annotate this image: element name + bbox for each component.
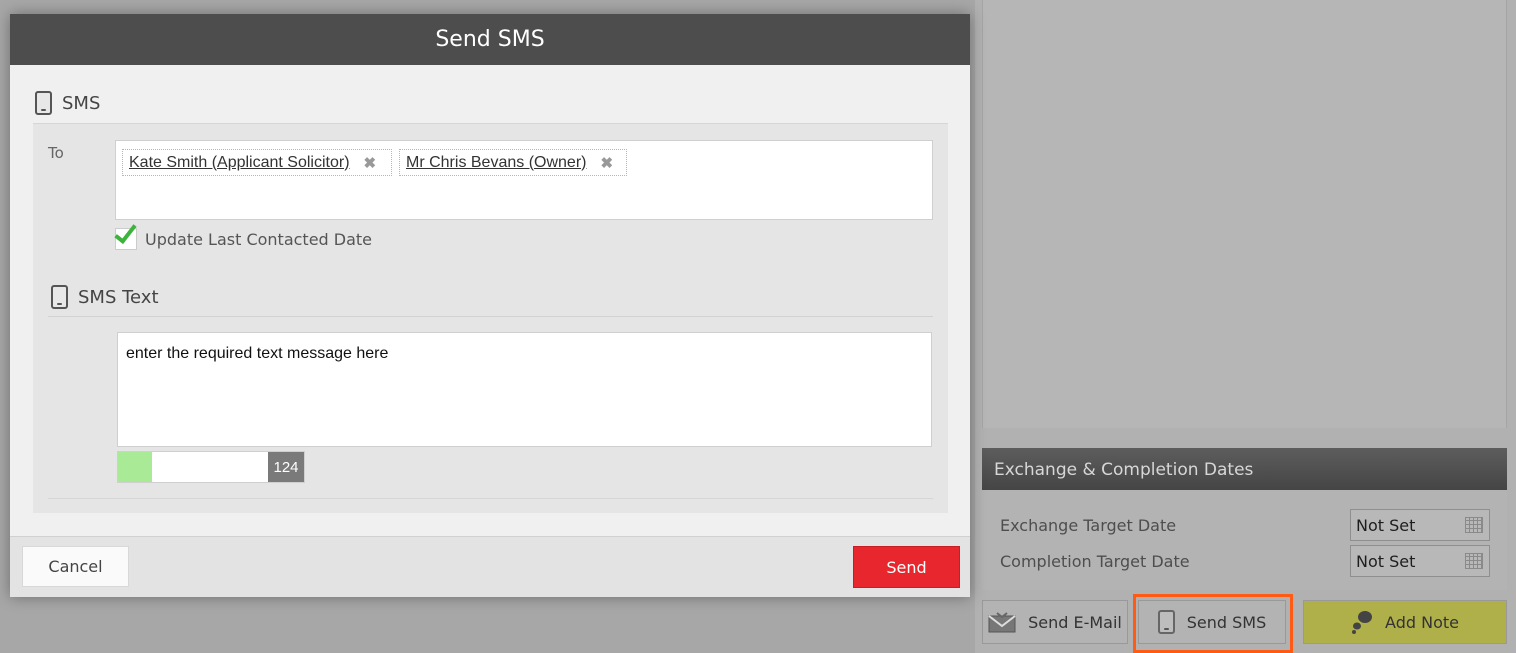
completion-target-date-value: Not Set bbox=[1356, 551, 1416, 571]
sms-text-title: SMS Text bbox=[78, 286, 159, 308]
exchange-target-label: Exchange Target Date bbox=[1000, 515, 1177, 535]
recipient-tag[interactable]: Mr Chris Bevans (Owner) ✖ bbox=[399, 149, 627, 176]
dialog-footer: Cancel Send bbox=[10, 536, 970, 597]
add-note-label: Add Note bbox=[1385, 612, 1459, 632]
update-last-contacted-label: Update Last Contacted Date bbox=[145, 229, 373, 249]
sms-form: To Kate Smith (Applicant Solicitor) ✖ Mr… bbox=[33, 123, 948, 513]
envelope-icon bbox=[988, 612, 1016, 633]
exchange-completion-title: Exchange & Completion Dates bbox=[982, 448, 1507, 490]
send-sms-dialog: Send SMS SMS To Kate Smith (Applicant So… bbox=[10, 14, 970, 597]
to-label: To bbox=[48, 144, 64, 162]
exchange-target-date-value: Not Set bbox=[1356, 515, 1416, 535]
characters-remaining: 124 bbox=[268, 452, 304, 482]
completion-target-date-field[interactable]: Not Set bbox=[1350, 545, 1490, 577]
sms-section-title: SMS bbox=[62, 92, 101, 114]
recipients-field[interactable]: Kate Smith (Applicant Solicitor) ✖ Mr Ch… bbox=[115, 140, 933, 220]
recipient-name[interactable]: Mr Chris Bevans (Owner) bbox=[406, 154, 586, 172]
calendar-icon[interactable] bbox=[1465, 553, 1483, 569]
divider bbox=[48, 316, 933, 317]
divider bbox=[48, 498, 933, 499]
exchange-completion-panel: Exchange & Completion Dates Exchange Tar… bbox=[982, 448, 1507, 590]
character-counter: 124 bbox=[117, 451, 305, 483]
recipient-name[interactable]: Kate Smith (Applicant Solicitor) bbox=[129, 154, 350, 172]
close-icon[interactable]: ✖ bbox=[364, 154, 377, 172]
add-note-button[interactable]: Add Note bbox=[1303, 600, 1507, 644]
send-email-button[interactable]: Send E-Mail bbox=[982, 600, 1128, 644]
completion-target-label: Completion Target Date bbox=[1000, 551, 1190, 571]
checkmark-icon bbox=[114, 219, 137, 245]
calendar-icon[interactable] bbox=[1465, 517, 1483, 533]
completion-target-row: Completion Target Date Not Set bbox=[1000, 544, 1490, 578]
send-button[interactable]: Send bbox=[853, 546, 960, 588]
send-sms-highlight bbox=[1133, 594, 1293, 653]
send-email-label: Send E-Mail bbox=[1028, 612, 1122, 632]
cancel-button[interactable]: Cancel bbox=[22, 546, 129, 587]
exchange-target-date-field[interactable]: Not Set bbox=[1350, 509, 1490, 541]
recipient-tag[interactable]: Kate Smith (Applicant Solicitor) ✖ bbox=[122, 149, 392, 176]
close-icon[interactable]: ✖ bbox=[600, 154, 613, 172]
sms-text-header: SMS Text bbox=[51, 285, 159, 309]
phone-icon bbox=[51, 285, 68, 309]
background-panel bbox=[982, 0, 1507, 428]
exchange-target-row: Exchange Target Date Not Set bbox=[1000, 508, 1490, 542]
character-usage-bar bbox=[118, 452, 152, 482]
phone-icon bbox=[35, 91, 52, 115]
sms-section-header: SMS bbox=[35, 91, 100, 115]
update-last-contacted-checkbox[interactable] bbox=[114, 219, 137, 250]
speech-bubble-icon bbox=[1352, 611, 1373, 634]
update-last-contacted-row[interactable]: Update Last Contacted Date bbox=[114, 219, 373, 250]
sms-message-textarea[interactable]: enter the required text message here bbox=[117, 332, 932, 447]
dialog-title: Send SMS bbox=[10, 14, 970, 65]
